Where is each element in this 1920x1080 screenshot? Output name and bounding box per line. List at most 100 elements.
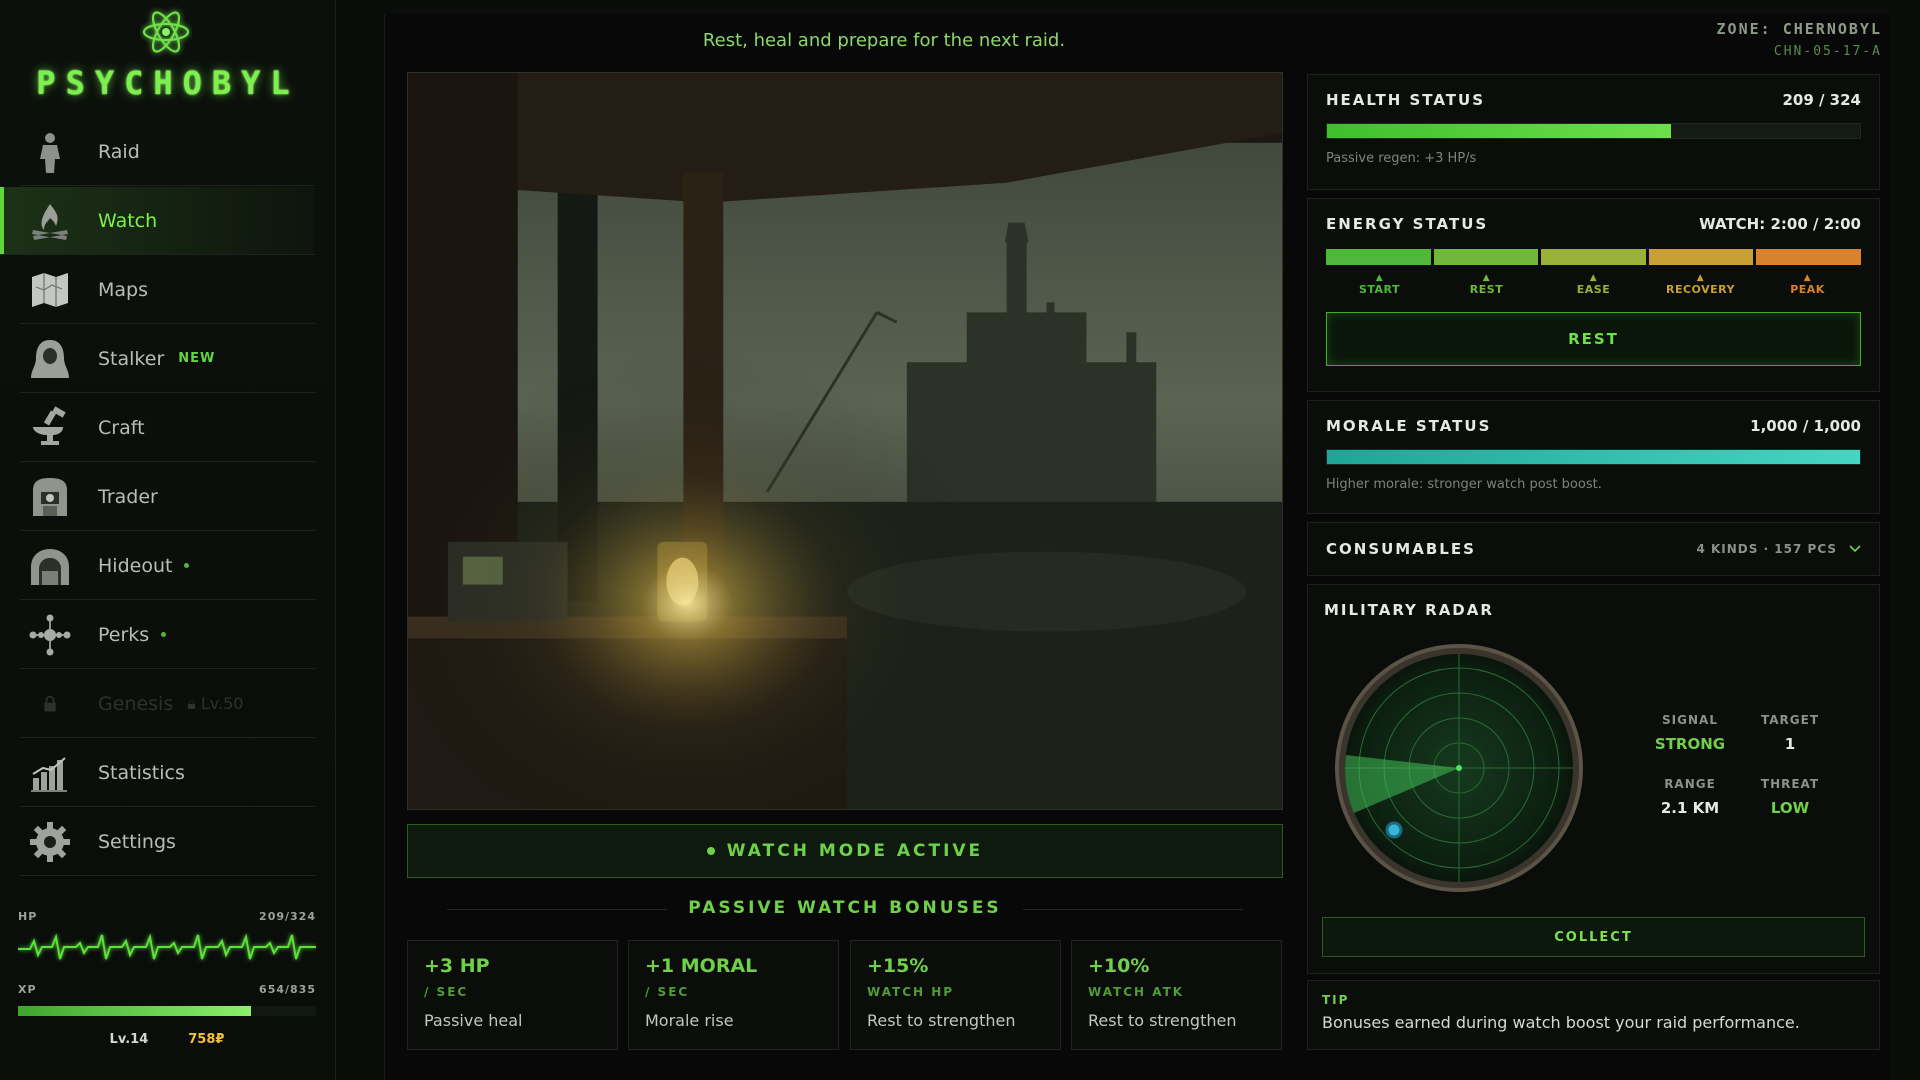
notification-dot xyxy=(184,563,190,568)
bonus-description: Passive heal xyxy=(424,1011,523,1030)
level-row: Lv.14 758₽ xyxy=(18,1032,316,1047)
logo[interactable]: PSYCHOBYL xyxy=(0,0,336,108)
energy-segment xyxy=(1648,249,1754,265)
health-bar-fill xyxy=(1327,124,1671,138)
xp-bar-fill xyxy=(18,1006,252,1016)
energy-segment xyxy=(1433,249,1539,265)
zone-code: CHN-05-17-A xyxy=(1773,44,1882,59)
bonus-card: +10% WATCH ATK Rest to strengthen xyxy=(1071,940,1282,1050)
morale-value: 1,000 / 1,000 xyxy=(1750,417,1861,435)
bonus-unit: / SEC xyxy=(424,985,469,999)
panel-header: MORALE STATUS 1,000 / 1,000 xyxy=(1326,417,1861,435)
player-vitals: HP 209/324 XP 654/835 Lv.14 758₽ xyxy=(18,910,316,1047)
bonuses-title: PASSIVE WATCH BONUSES xyxy=(407,898,1283,918)
bunker-icon xyxy=(22,538,78,594)
sidebar-item-label: Statistics xyxy=(98,761,185,784)
tip-panel: TIP Bonuses earned during watch boost yo… xyxy=(1307,980,1880,1050)
sidebar-item-hideout[interactable]: Hideout xyxy=(20,532,315,600)
energy-stage-labels: ▲ START ▲ REST ▲ EASE ▲ RECOVERY ▲ PEAK xyxy=(1326,273,1861,296)
military-radar-panel: MILITARY RADAR SIGNAL STRONG TARGET 1 RA… xyxy=(1307,584,1880,974)
rest-button[interactable]: REST xyxy=(1326,312,1861,366)
notification-dot xyxy=(161,632,167,637)
zone-label: ZONE: xyxy=(1716,20,1772,38)
stalker-figure-icon xyxy=(22,124,78,180)
sidebar-item-label: Maps xyxy=(98,278,148,301)
sidebar-item-label: Watch xyxy=(98,209,158,232)
tip-text: Bonuses earned during watch boost your r… xyxy=(1322,1013,1800,1032)
scene-illustration xyxy=(408,73,1282,809)
sidebar-item-trader[interactable]: Trader xyxy=(20,463,315,531)
sidebar-item-label: Hideout xyxy=(98,554,173,577)
morale-hint: Higher morale: stronger watch post boost… xyxy=(1326,477,1602,492)
energy-status-panel: ENERGY STATUS WATCH: 2:00 / 2:00 ▲ START … xyxy=(1307,198,1880,392)
bonus-unit: / SEC xyxy=(645,985,690,999)
gear-icon xyxy=(22,814,78,870)
sidebar-item-label: Craft xyxy=(98,416,145,439)
consumables-count: 4 KINDS · 157 PCS xyxy=(1696,542,1837,556)
energy-stage: ▲ EASE xyxy=(1576,273,1611,296)
panel-title: MILITARY RADAR xyxy=(1324,601,1494,619)
status-dot xyxy=(706,847,715,855)
zone-name: CHERNOBYL xyxy=(1782,20,1882,38)
watch-mode-label: WATCH MODE ACTIVE xyxy=(726,841,984,861)
sidebar: PSYCHOBYL Raid Watch Maps Stalker NEW Cr… xyxy=(0,0,336,1080)
morale-bar xyxy=(1326,449,1861,465)
radar-stat-range: RANGE 2.1 KM xyxy=(1660,777,1720,817)
bonus-description: Rest to strengthen xyxy=(1088,1011,1237,1030)
health-value: 209 / 324 xyxy=(1782,91,1861,109)
currency-balance: 758₽ xyxy=(188,1032,225,1047)
atom-icon xyxy=(142,11,190,53)
sidebar-item-maps[interactable]: Maps xyxy=(20,256,315,324)
sidebar-item-craft[interactable]: Craft xyxy=(20,394,315,462)
sidebar-item-statistics[interactable]: Statistics xyxy=(20,739,315,807)
sidebar-item-perks[interactable]: Perks xyxy=(20,601,315,669)
bonus-card: +15% WATCH HP Rest to strengthen xyxy=(850,940,1061,1050)
collect-button[interactable]: COLLECT xyxy=(1322,917,1865,957)
sidebar-item-settings[interactable]: Settings xyxy=(20,808,315,876)
radar-stat-signal: SIGNAL STRONG xyxy=(1654,713,1726,753)
xp-value: 654/835 xyxy=(259,983,316,996)
tip-label: TIP xyxy=(1322,993,1350,1007)
heartbeat-line xyxy=(18,933,316,960)
sidebar-item-watch[interactable]: Watch xyxy=(0,187,315,255)
health-hint: Passive regen: +3 HP/s xyxy=(1326,151,1477,166)
hp-label: HP xyxy=(18,910,38,923)
consumables-panel[interactable]: CONSUMABLES 4 KINDS · 157 PCS xyxy=(1307,522,1880,576)
radar-stat-target: TARGET 1 xyxy=(1760,713,1819,753)
zone-indicator: ZONE: CHERNOBYL CHN-05-17-A xyxy=(1717,20,1882,59)
sidebar-item-label: Raid xyxy=(98,140,140,163)
radar-display xyxy=(1335,644,1583,892)
panel-title: HEALTH STATUS xyxy=(1326,91,1486,109)
energy-stage: ▲ RECOVERY xyxy=(1666,273,1735,296)
radar-stats: SIGNAL STRONG TARGET 1 RANGE 2.1 KM THRE… xyxy=(1640,713,1840,817)
panel-title: ENERGY STATUS xyxy=(1326,215,1489,233)
xp-label: XP xyxy=(18,983,37,996)
panel-header: ENERGY STATUS WATCH: 2:00 / 2:00 xyxy=(1326,215,1861,233)
energy-segments xyxy=(1326,249,1861,265)
hooded-stalker-icon xyxy=(22,331,78,387)
app-logo-text: PSYCHOBYL xyxy=(36,64,300,102)
panel-header: HEALTH STATUS 209 / 324 xyxy=(1326,91,1861,109)
sidebar-item-stalker[interactable]: Stalker NEW xyxy=(20,325,315,393)
watch-scene-image xyxy=(407,72,1283,810)
energy-stage: ▲ PEAK xyxy=(1790,273,1825,296)
bonus-card: +1 MORAL / SEC Morale rise xyxy=(628,940,839,1050)
panel-title: MORALE STATUS xyxy=(1326,417,1492,435)
zone-line: ZONE: CHERNOBYL xyxy=(1717,20,1882,38)
page-subtitle: Rest, heal and prepare for the next raid… xyxy=(702,30,1066,51)
chevron-down-icon[interactable] xyxy=(1849,545,1861,553)
bonus-description: Morale rise xyxy=(645,1011,734,1030)
trader-icon xyxy=(22,469,78,525)
bonus-value: +10% xyxy=(1088,955,1150,977)
consumables-summary: 4 KINDS · 157 PCS xyxy=(1696,542,1861,556)
sidebar-item-raid[interactable]: Raid xyxy=(20,118,315,186)
lock-icon xyxy=(22,676,78,732)
perks-network-icon xyxy=(22,607,78,663)
new-badge: NEW xyxy=(178,351,216,366)
morale-bar-fill xyxy=(1327,450,1860,464)
level-requirement: 🔒︎ Lv.50 xyxy=(187,693,244,713)
sidebar-item-genesis: Genesis 🔒︎ Lv.50 xyxy=(20,670,315,738)
bonus-description: Rest to strengthen xyxy=(867,1011,1016,1030)
panel-header: CONSUMABLES 4 KINDS · 157 PCS xyxy=(1326,523,1861,575)
watch-timer: WATCH: 2:00 / 2:00 xyxy=(1699,215,1861,233)
